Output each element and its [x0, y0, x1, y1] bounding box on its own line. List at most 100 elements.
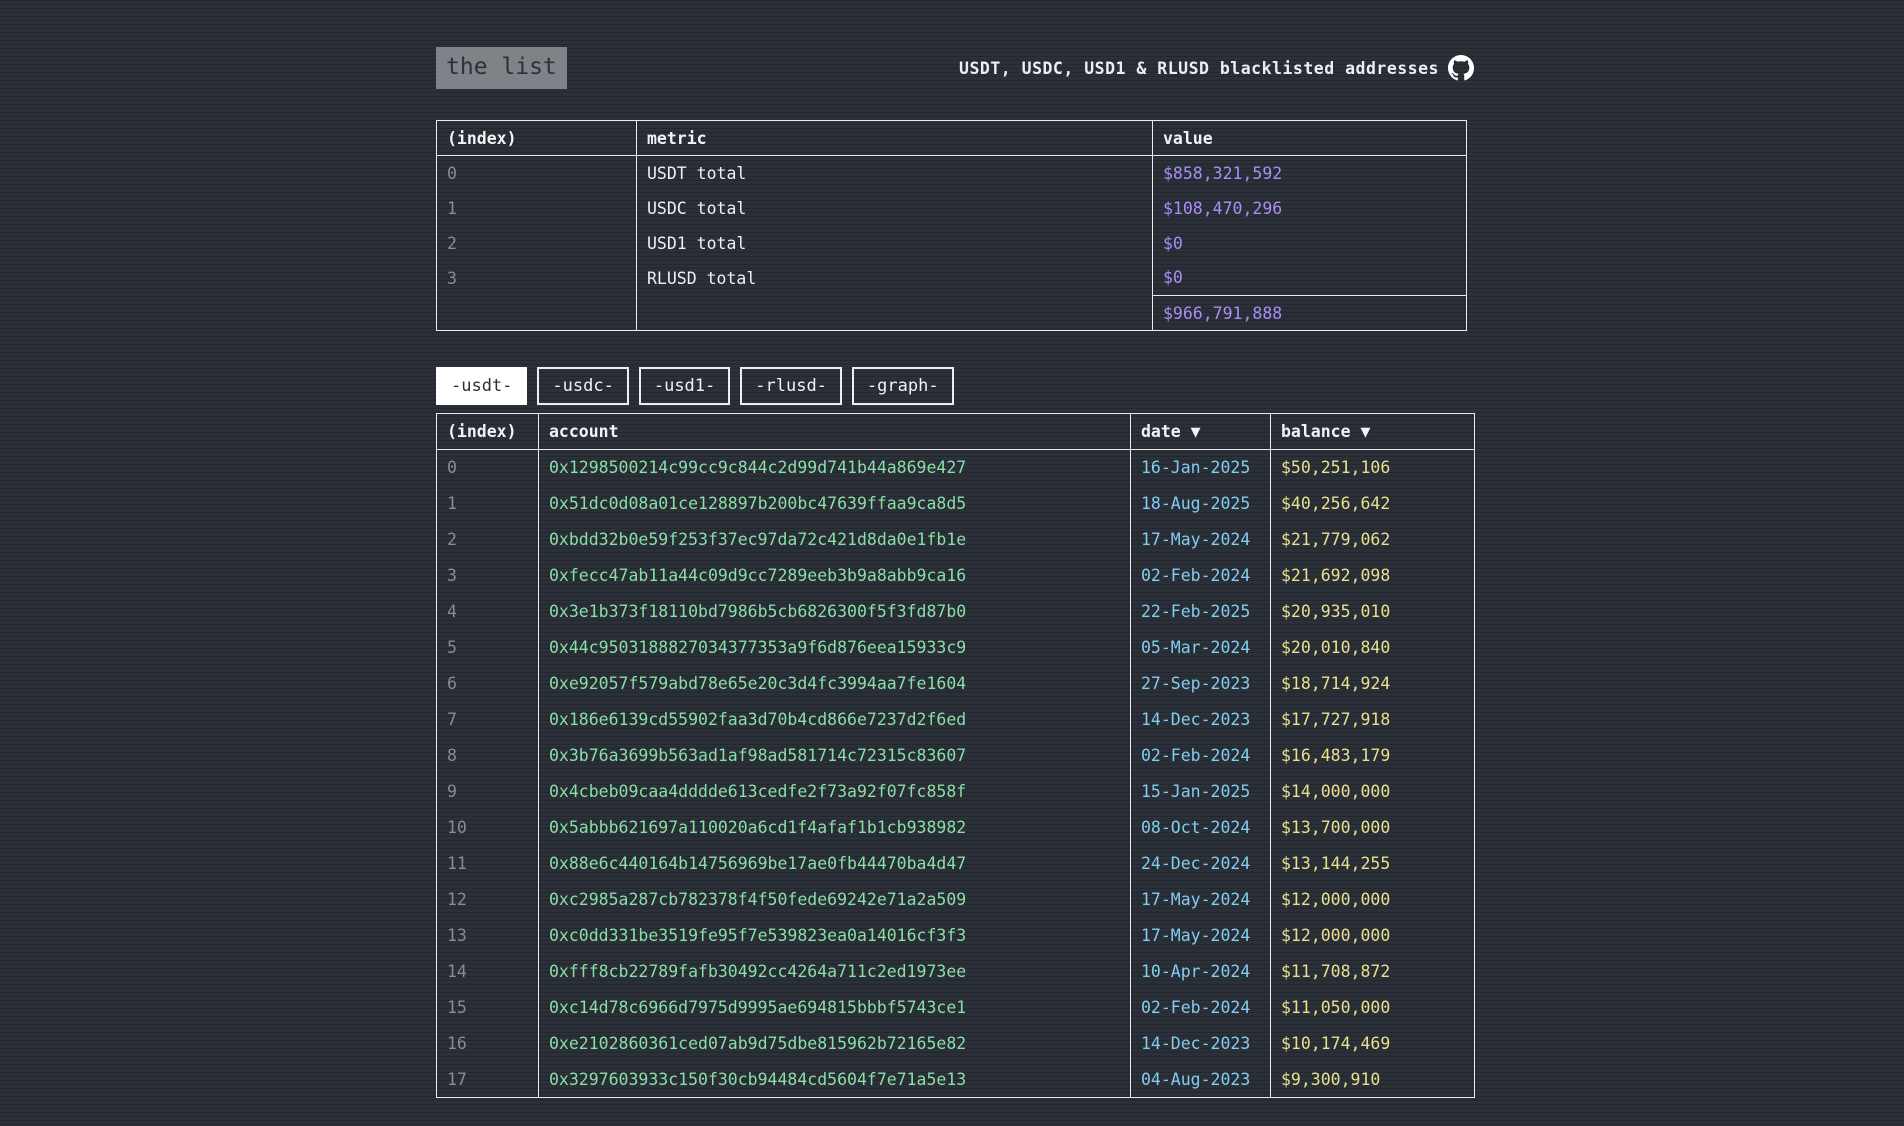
summary-row-metric: USDT total [637, 156, 1153, 191]
row-index: 6 [437, 666, 539, 702]
summary-header-row: (index) metric value [437, 121, 1467, 156]
row-account: 0xbdd32b0e59f253f37ec97da72c421d8da0e1fb… [539, 522, 1131, 558]
main-col-account: account [539, 414, 1131, 450]
table-row: 0 0x1298500214c99cc9c844c2d99d741b44a869… [437, 450, 1475, 486]
github-icon [1448, 55, 1474, 81]
summary-col-metric: metric [637, 121, 1153, 156]
page-title: the list [436, 47, 567, 89]
table-row: 9 0x4cbeb09caa4dddde613cedfe2f73a92f07fc… [437, 774, 1475, 810]
row-index: 4 [437, 594, 539, 630]
tab-button[interactable]: -rlusd- [740, 367, 842, 405]
summary-row-value: $0 [1153, 226, 1467, 261]
row-date: 02-Feb-2024 [1131, 738, 1271, 774]
summary-total-empty-metric [637, 296, 1153, 331]
table-row: 15 0xc14d78c6966d7975d9995ae694815bbbf57… [437, 990, 1475, 1026]
row-index: 8 [437, 738, 539, 774]
row-account: 0x5abbb621697a110020a6cd1f4afaf1b1cb9389… [539, 810, 1131, 846]
summary-row-metric: USD1 total [637, 226, 1153, 261]
row-balance: $16,483,179 [1271, 738, 1475, 774]
summary-row-index: 0 [437, 156, 637, 191]
row-index: 5 [437, 630, 539, 666]
summary-row-value: $858,321,592 [1153, 156, 1467, 191]
summary-total-row: $966,791,888 [437, 296, 1467, 331]
row-balance: $17,727,918 [1271, 702, 1475, 738]
row-balance: $12,000,000 [1271, 882, 1475, 918]
row-index: 14 [437, 954, 539, 990]
tab-button[interactable]: -graph- [852, 367, 954, 405]
row-balance: $13,144,255 [1271, 846, 1475, 882]
github-link[interactable] [1448, 55, 1474, 81]
summary-table: (index) metric value 0 USDT total $858,3… [436, 120, 1467, 331]
summary-total-empty-index [437, 296, 637, 331]
row-balance: $21,779,062 [1271, 522, 1475, 558]
row-account: 0x88e6c440164b14756969be17ae0fb44470ba4d… [539, 846, 1131, 882]
table-row: 3 0xfecc47ab11a44c09d9cc7289eeb3b9a8abb9… [437, 558, 1475, 594]
row-index: 9 [437, 774, 539, 810]
row-date: 08-Oct-2024 [1131, 810, 1271, 846]
summary-row-index: 2 [437, 226, 637, 261]
summary-total-value: $966,791,888 [1153, 296, 1467, 331]
row-account: 0x3b76a3699b563ad1af98ad581714c72315c836… [539, 738, 1131, 774]
tab-button[interactable]: -usdt- [436, 367, 527, 405]
summary-row: 3 RLUSD total $0 [437, 261, 1467, 296]
page-header: the list USDT, USDC, USD1 & RLUSD blackl… [436, 46, 1474, 90]
row-account: 0x3e1b373f18110bd7986b5cb6826300f5f3fd87… [539, 594, 1131, 630]
main-col-balance-sort[interactable]: balance ▼ [1271, 414, 1475, 450]
table-row: 8 0x3b76a3699b563ad1af98ad581714c72315c8… [437, 738, 1475, 774]
table-row: 2 0xbdd32b0e59f253f37ec97da72c421d8da0e1… [437, 522, 1475, 558]
header-subtitle: USDT, USDC, USD1 & RLUSD blacklisted add… [959, 55, 1474, 81]
blacklist-table: (index) account date ▼ balance ▼ 0 0x129… [436, 413, 1475, 1098]
summary-row-value: $0 [1153, 261, 1467, 296]
row-date: 17-May-2024 [1131, 882, 1271, 918]
row-date: 05-Mar-2024 [1131, 630, 1271, 666]
row-date: 18-Aug-2025 [1131, 486, 1271, 522]
row-balance: $18,714,924 [1271, 666, 1475, 702]
row-balance: $11,050,000 [1271, 990, 1475, 1026]
row-index: 3 [437, 558, 539, 594]
row-date: 17-May-2024 [1131, 918, 1271, 954]
row-index: 15 [437, 990, 539, 1026]
row-balance: $20,935,010 [1271, 594, 1475, 630]
row-account: 0xc2985a287cb782378f4f50fede69242e71a2a5… [539, 882, 1131, 918]
tab-button[interactable]: -usdc- [537, 367, 628, 405]
row-index: 13 [437, 918, 539, 954]
main-col-date-sort[interactable]: date ▼ [1131, 414, 1271, 450]
row-date: 22-Feb-2025 [1131, 594, 1271, 630]
summary-row: 2 USD1 total $0 [437, 226, 1467, 261]
row-date: 02-Feb-2024 [1131, 990, 1271, 1026]
blacklist-header-row: (index) account date ▼ balance ▼ [437, 414, 1475, 450]
row-balance: $12,000,000 [1271, 918, 1475, 954]
summary-row-value: $108,470,296 [1153, 191, 1467, 226]
table-row: 5 0x44c9503188827034377353a9f6d876eea159… [437, 630, 1475, 666]
row-balance: $10,174,469 [1271, 1026, 1475, 1062]
row-index: 10 [437, 810, 539, 846]
row-index: 7 [437, 702, 539, 738]
row-date: 15-Jan-2025 [1131, 774, 1271, 810]
summary-col-value: value [1153, 121, 1467, 156]
row-balance: $21,692,098 [1271, 558, 1475, 594]
row-index: 11 [437, 846, 539, 882]
row-account: 0x1298500214c99cc9c844c2d99d741b44a869e4… [539, 450, 1131, 486]
row-index: 16 [437, 1026, 539, 1062]
table-row: 4 0x3e1b373f18110bd7986b5cb6826300f5f3fd… [437, 594, 1475, 630]
row-balance: $40,256,642 [1271, 486, 1475, 522]
row-account: 0x186e6139cd55902faa3d70b4cd866e7237d2f6… [539, 702, 1131, 738]
tab-button[interactable]: -usd1- [639, 367, 730, 405]
row-date: 16-Jan-2025 [1131, 450, 1271, 486]
row-date: 14-Dec-2023 [1131, 702, 1271, 738]
table-row: 7 0x186e6139cd55902faa3d70b4cd866e7237d2… [437, 702, 1475, 738]
row-index: 2 [437, 522, 539, 558]
row-date: 14-Dec-2023 [1131, 1026, 1271, 1062]
header-subtitle-text: USDT, USDC, USD1 & RLUSD blacklisted add… [959, 59, 1439, 78]
table-row: 6 0xe92057f579abd78e65e20c3d4fc3994aa7fe… [437, 666, 1475, 702]
row-date: 17-May-2024 [1131, 522, 1271, 558]
table-row: 11 0x88e6c440164b14756969be17ae0fb44470b… [437, 846, 1475, 882]
main-col-index: (index) [437, 414, 539, 450]
row-balance: $50,251,106 [1271, 450, 1475, 486]
summary-row: 0 USDT total $858,321,592 [437, 156, 1467, 191]
page: the list USDT, USDC, USD1 & RLUSD blackl… [436, 46, 1474, 1098]
row-balance: $11,708,872 [1271, 954, 1475, 990]
table-row: 14 0xfff8cb22789fafb30492cc4264a711c2ed1… [437, 954, 1475, 990]
row-account: 0xe2102860361ced07ab9d75dbe815962b72165e… [539, 1026, 1131, 1062]
row-balance: $14,000,000 [1271, 774, 1475, 810]
